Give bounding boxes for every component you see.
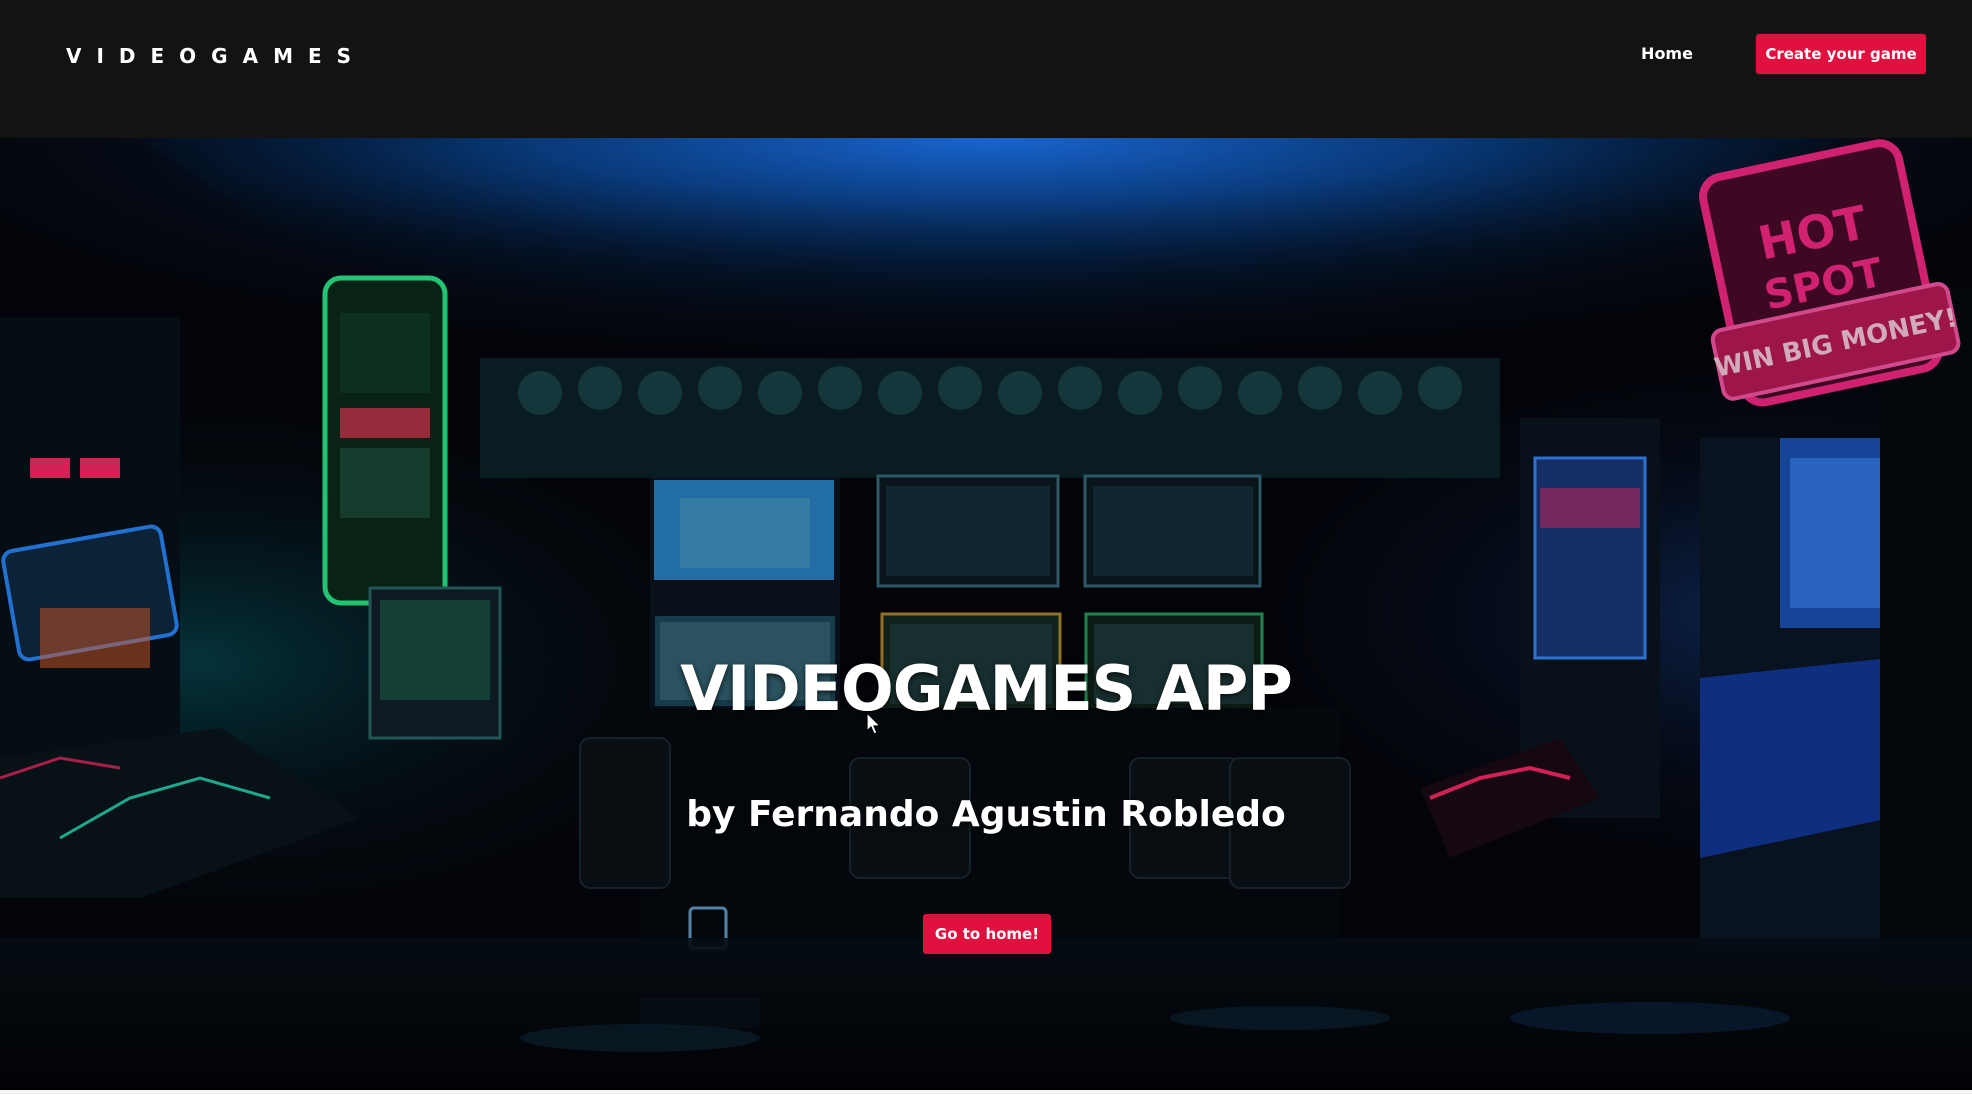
nav-home-link[interactable]: Home [1618,44,1716,63]
brand-logo[interactable]: VIDEOGAMES [66,44,366,68]
navbar: VIDEOGAMES Home Create your game [0,0,1972,138]
create-game-button[interactable]: Create your game [1756,34,1926,74]
hero-subtitle: by Fernando Agustin Robledo [686,794,1286,835]
page-bottom-edge [0,1090,1972,1094]
mouse-pointer-icon [866,712,882,735]
hero-section: HOT SPOT WIN BIG MONEY! VIDEOGAMES APP b… [0,138,1972,1090]
go-home-button[interactable]: Go to home! [923,914,1051,954]
hero-title: VIDEOGAMES APP [680,652,1293,725]
